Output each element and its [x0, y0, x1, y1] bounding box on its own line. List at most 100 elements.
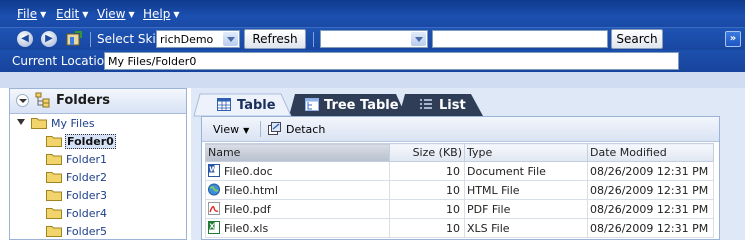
tree-item-label: Folder5	[66, 225, 107, 238]
folders-panel: Folders My Files Folder0 Folder1 Folder2…	[9, 88, 187, 240]
cell-date: 08/26/2009 12:31 PM	[587, 199, 714, 219]
detach-icon[interactable]	[267, 121, 282, 136]
list-icon	[420, 99, 432, 109]
tab-table[interactable]: Table	[201, 94, 289, 116]
table-view: View ▼ Detach Name Size (KB) Type Date Mo…	[201, 116, 720, 240]
refresh-button[interactable]: Refresh	[244, 29, 306, 49]
folder-icon	[46, 136, 62, 147]
current-location-field[interactable]: My Files/Folder0	[104, 52, 679, 70]
search-button[interactable]: Search	[611, 29, 663, 49]
folder-tree-icon	[35, 92, 50, 108]
cell-date: 08/26/2009 12:31 PM	[587, 161, 714, 181]
table-header-row: Name Size (KB) Type Date Modified	[205, 143, 714, 162]
location-bar: Current Location: My Files/Folder0	[0, 50, 745, 72]
select-skin-label: Select Skin	[97, 32, 164, 46]
cell-size: 10	[389, 199, 465, 219]
menu-edit[interactable]: Edit ▼	[56, 7, 88, 21]
tab-table-label: Table	[237, 98, 276, 113]
table-row[interactable]: W File0.doc 10 Document File 08/26/2009 1…	[205, 161, 714, 181]
folder-icon	[46, 154, 62, 165]
menu-view-label: View	[97, 7, 126, 21]
chevron-down-icon: ▼	[128, 10, 135, 19]
tree-item-label: Folder3	[66, 189, 107, 202]
current-location-value: My Files/Folder0	[108, 55, 197, 68]
forward-icon: ▶	[45, 33, 53, 44]
view-menu-button[interactable]: View ▼	[213, 123, 249, 136]
skin-select-value: richDemo	[160, 33, 214, 46]
tree-item-label: Folder2	[66, 171, 107, 184]
back-button[interactable]: ◀	[17, 31, 33, 47]
cell-size: 10	[389, 218, 465, 238]
tree-table-icon	[305, 98, 319, 111]
home-icon[interactable]	[65, 31, 82, 47]
table-icon	[217, 98, 231, 111]
menu-bar: File ▼ Edit ▼ View ▼ Help ▼	[0, 0, 745, 27]
folders-panel-header: Folders	[10, 89, 186, 114]
file-name: File0.doc	[224, 165, 273, 178]
menu-view[interactable]: View ▼	[97, 7, 135, 21]
menu-edit-label: Edit	[56, 7, 80, 21]
svg-text:X: X	[209, 223, 215, 231]
folder-icon	[46, 172, 62, 183]
cell-name: X File0.xls	[205, 218, 390, 238]
chevron-down-icon	[411, 32, 426, 46]
table-row[interactable]: File0.pdf 10 PDF File 08/26/2009 12:31 P…	[205, 199, 714, 219]
tree-root-label: My Files	[51, 117, 95, 130]
file-name: File0.html	[224, 184, 278, 197]
folder-icon	[31, 118, 47, 129]
toolbar-separator	[90, 32, 91, 47]
tree-node-folder1[interactable]: Folder1	[10, 151, 186, 168]
search-type-select[interactable]	[320, 30, 428, 48]
tree-item-label: Folder0	[65, 134, 116, 149]
divider-stripe	[0, 72, 745, 88]
menu-help[interactable]: Help ▼	[143, 7, 180, 21]
chevron-down-icon: ▼	[82, 10, 89, 19]
column-header-date[interactable]: Date Modified	[587, 143, 714, 162]
tree-node-root[interactable]: My Files	[10, 115, 186, 132]
chevron-down-icon: ▼	[243, 126, 250, 135]
column-header-size[interactable]: Size (KB)	[389, 143, 465, 162]
menu-file-label: File	[17, 7, 38, 21]
tree-node-folder4[interactable]: Folder4	[10, 205, 186, 222]
word-doc-icon: W	[208, 164, 220, 177]
tree-node-folder2[interactable]: Folder2	[10, 169, 186, 186]
tab-tree-table-label: Tree Table	[324, 98, 399, 113]
table-row[interactable]: X File0.xls 10 XLS File 08/26/2009 12:31 …	[205, 218, 714, 238]
cell-size: 10	[389, 180, 465, 200]
double-chevron-right-icon[interactable]: »	[725, 31, 741, 47]
html-globe-icon	[208, 183, 220, 196]
expand-arrow-icon[interactable]	[17, 119, 25, 125]
cell-type: Document File	[464, 161, 588, 181]
file-table: Name Size (KB) Type Date Modified W File0…	[205, 143, 714, 238]
cell-name: File0.pdf	[205, 199, 390, 219]
toolbar-separator	[313, 32, 314, 47]
tree-node-folder0[interactable]: Folder0	[10, 133, 186, 150]
forward-button[interactable]: ▶	[41, 31, 57, 47]
tree-item-label: Folder4	[66, 207, 107, 220]
tree-node-folder3[interactable]: Folder3	[10, 187, 186, 204]
chevron-down-icon: ▼	[173, 10, 180, 19]
column-header-type[interactable]: Type	[464, 143, 588, 162]
toolbar-separator	[260, 121, 261, 137]
tab-list-label: List	[439, 98, 466, 113]
table-row[interactable]: File0.html 10 HTML File 08/26/2009 12:31…	[205, 180, 714, 200]
tree-node-folder5[interactable]: Folder5	[10, 223, 186, 240]
tab-list[interactable]: List	[409, 94, 479, 116]
cell-type: HTML File	[464, 180, 588, 200]
menu-help-label: Help	[143, 7, 171, 21]
cell-date: 08/26/2009 12:31 PM	[587, 218, 714, 238]
collapse-icon[interactable]	[16, 94, 29, 107]
folder-icon	[46, 190, 62, 201]
current-location-label: Current Location:	[12, 54, 116, 68]
cell-date: 08/26/2009 12:31 PM	[587, 180, 714, 200]
detach-button[interactable]: Detach	[286, 123, 325, 136]
search-input[interactable]	[432, 30, 608, 48]
cell-type: XLS File	[464, 218, 588, 238]
menu-file[interactable]: File ▼	[17, 7, 46, 21]
svg-text:W: W	[209, 166, 217, 174]
view-menu-label: View	[213, 123, 240, 136]
folder-icon	[46, 208, 62, 219]
tab-tree-table[interactable]: Tree Table	[297, 94, 402, 116]
skin-select[interactable]: richDemo	[156, 30, 240, 48]
column-header-name[interactable]: Name	[205, 143, 390, 162]
